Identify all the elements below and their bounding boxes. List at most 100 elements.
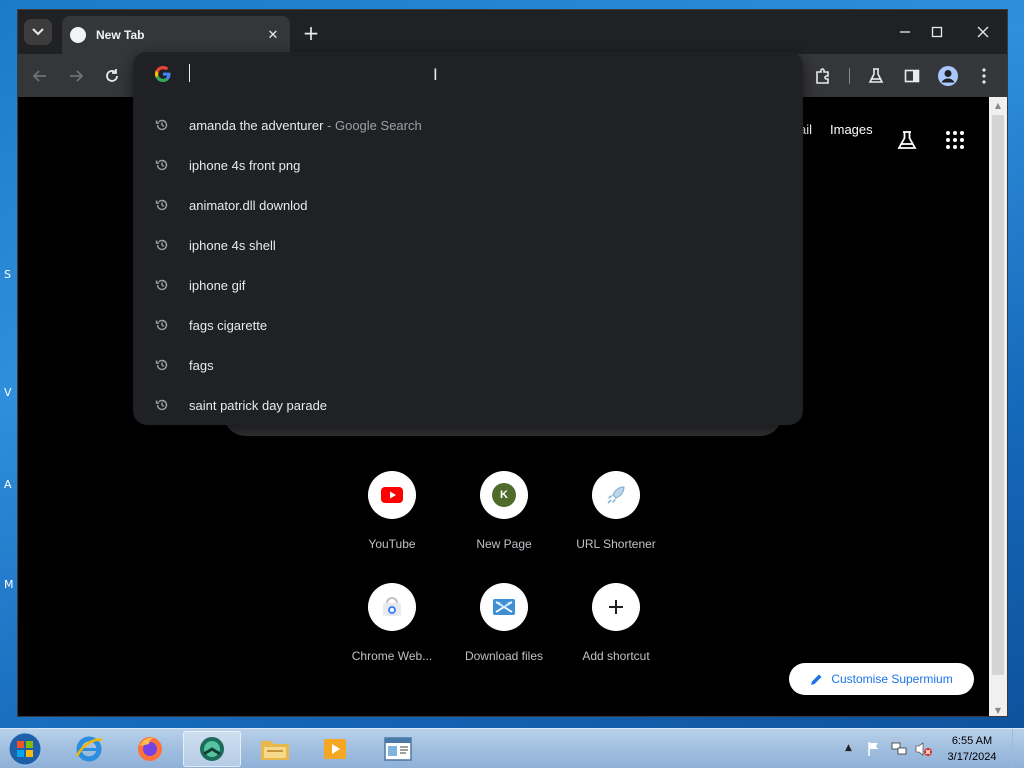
maximize-button[interactable] bbox=[925, 20, 949, 44]
shortcut-youtube[interactable]: YouTube bbox=[336, 471, 448, 551]
forward-button[interactable] bbox=[64, 64, 88, 88]
supermium-icon bbox=[200, 737, 224, 761]
network-icon[interactable] bbox=[891, 741, 907, 757]
suggestion-description: - Google Search bbox=[323, 117, 422, 133]
rocket-icon bbox=[607, 486, 625, 504]
customise-button[interactable]: Customise Supermium bbox=[789, 663, 974, 695]
supermium-taskbar-button[interactable] bbox=[183, 731, 241, 767]
account-circle-icon bbox=[938, 66, 958, 86]
labs-button[interactable] bbox=[863, 63, 889, 89]
windows-orb-icon bbox=[8, 732, 42, 766]
history-icon bbox=[133, 318, 189, 332]
taskbar: ▲ 6:55 AM 3/17/2024 bbox=[0, 728, 1024, 768]
firefox-taskbar-button[interactable] bbox=[121, 731, 179, 767]
clock-date: 3/17/2024 bbox=[947, 751, 997, 763]
shortcut-label: New Page bbox=[476, 537, 532, 551]
history-icon bbox=[133, 238, 189, 252]
extensions-button[interactable] bbox=[810, 63, 836, 89]
scroll-up-arrow-icon[interactable]: ▲ bbox=[989, 97, 1007, 113]
side-panel-button[interactable] bbox=[899, 63, 925, 89]
tab-search-button[interactable] bbox=[24, 19, 52, 45]
scroll-down-arrow-icon[interactable]: ▼ bbox=[989, 702, 1007, 716]
shortcut-label: Download files bbox=[464, 649, 544, 663]
puzzle-icon bbox=[816, 68, 829, 84]
suggestion-item[interactable]: iphone 4s shell bbox=[133, 225, 803, 265]
browser-window: New Tab ✕ + ▲ ▼ ail Images YouTube K New… bbox=[17, 9, 1008, 717]
history-icon bbox=[133, 398, 189, 412]
tab-favicon-icon bbox=[70, 27, 86, 43]
scrollbar[interactable]: ▲ ▼ bbox=[989, 97, 1007, 716]
show-desktop-button[interactable] bbox=[1012, 729, 1024, 768]
start-button[interactable] bbox=[5, 731, 45, 767]
suggestion-text: fags cigarette bbox=[189, 317, 268, 333]
folder-icon bbox=[261, 741, 289, 760]
tab-title: New Tab bbox=[96, 28, 145, 42]
shortcut-label: URL Shortener bbox=[576, 537, 656, 551]
desktop-fragment: S bbox=[4, 268, 11, 281]
new-tab-button[interactable]: + bbox=[300, 21, 322, 45]
action-center-flag-icon[interactable] bbox=[866, 741, 882, 757]
system-clock[interactable]: 6:55 AM 3/17/2024 bbox=[940, 733, 1004, 765]
side-panel-icon bbox=[904, 69, 920, 83]
firefox-icon bbox=[138, 737, 162, 761]
show-hidden-icons-icon[interactable]: ▲ bbox=[845, 743, 852, 753]
history-icon bbox=[133, 358, 189, 372]
apps-grid-icon[interactable] bbox=[946, 131, 964, 149]
media-player-icon bbox=[324, 739, 346, 759]
suggestion-item[interactable]: animator.dll downlod bbox=[133, 185, 803, 225]
close-icon bbox=[977, 26, 989, 38]
suggestion-item[interactable]: fags cigarette bbox=[133, 305, 803, 345]
images-link[interactable]: Images bbox=[830, 122, 873, 137]
reload-icon bbox=[106, 69, 118, 82]
minimize-icon bbox=[900, 31, 910, 33]
menu-button[interactable] bbox=[971, 63, 997, 89]
suggestion-text: amanda the adventurer bbox=[189, 117, 324, 133]
minimize-button[interactable] bbox=[893, 20, 917, 44]
k-avatar-icon: K bbox=[492, 483, 516, 507]
back-button[interactable] bbox=[28, 64, 52, 88]
profile-button[interactable] bbox=[935, 63, 961, 89]
reload-button[interactable] bbox=[100, 64, 124, 88]
media-player-taskbar-button[interactable] bbox=[306, 731, 364, 767]
volume-muted-icon[interactable] bbox=[915, 741, 933, 757]
suggestion-item[interactable]: amanda the adventurer - Google Search bbox=[133, 105, 803, 145]
close-icon[interactable]: ✕ bbox=[264, 28, 282, 43]
suggestion-item[interactable]: fags bbox=[133, 345, 803, 385]
suggestion-text: saint patrick day parade bbox=[189, 397, 328, 413]
notepad-taskbar-button[interactable] bbox=[369, 731, 427, 767]
suggestion-item[interactable]: iphone gif bbox=[133, 265, 803, 305]
shortcut-tile bbox=[592, 583, 640, 631]
tab-new-tab[interactable]: New Tab ✕ bbox=[62, 16, 290, 54]
desktop-fragment: A bbox=[4, 478, 12, 491]
shortcut-new-page[interactable]: K New Page bbox=[448, 471, 560, 551]
address-bar[interactable]: I bbox=[133, 52, 803, 95]
suggestion-text: animator.dll downlod bbox=[189, 197, 308, 213]
history-icon bbox=[133, 118, 189, 132]
omnibox-input[interactable] bbox=[189, 62, 769, 84]
suggestion-text: iphone 4s front png bbox=[189, 157, 301, 173]
history-icon bbox=[133, 158, 189, 172]
shortcut-download-files[interactable]: Download files bbox=[448, 583, 560, 663]
arrow-right-icon bbox=[70, 70, 84, 82]
omnibox-dropdown: I amanda the adventurer - Google Search … bbox=[133, 52, 803, 425]
shortcut-add[interactable]: Add shortcut bbox=[560, 583, 672, 663]
desktop-fragment: M bbox=[4, 578, 14, 591]
chrome-web-store-icon bbox=[383, 597, 401, 616]
suggestion-text: iphone 4s shell bbox=[189, 237, 276, 253]
labs-flask-icon[interactable] bbox=[896, 130, 918, 156]
shortcut-tile bbox=[592, 471, 640, 519]
toolbar-separator bbox=[849, 68, 850, 84]
arrow-left-icon bbox=[32, 70, 46, 82]
suggestion-item[interactable]: iphone 4s front png bbox=[133, 145, 803, 185]
shortcut-chrome-web-store[interactable]: Chrome Web... bbox=[336, 583, 448, 663]
window-close-button[interactable] bbox=[971, 20, 995, 44]
shortcut-label: Add shortcut bbox=[582, 649, 650, 663]
shortcut-url-shortener[interactable]: URL Shortener bbox=[560, 471, 672, 551]
history-icon bbox=[133, 278, 189, 292]
flask-icon bbox=[868, 68, 884, 83]
maximize-icon bbox=[931, 26, 943, 38]
scroll-thumb[interactable] bbox=[992, 115, 1004, 675]
suggestion-item[interactable]: saint patrick day parade bbox=[133, 385, 803, 425]
file-explorer-taskbar-button[interactable] bbox=[246, 731, 304, 767]
internet-explorer-taskbar-button[interactable] bbox=[60, 731, 118, 767]
